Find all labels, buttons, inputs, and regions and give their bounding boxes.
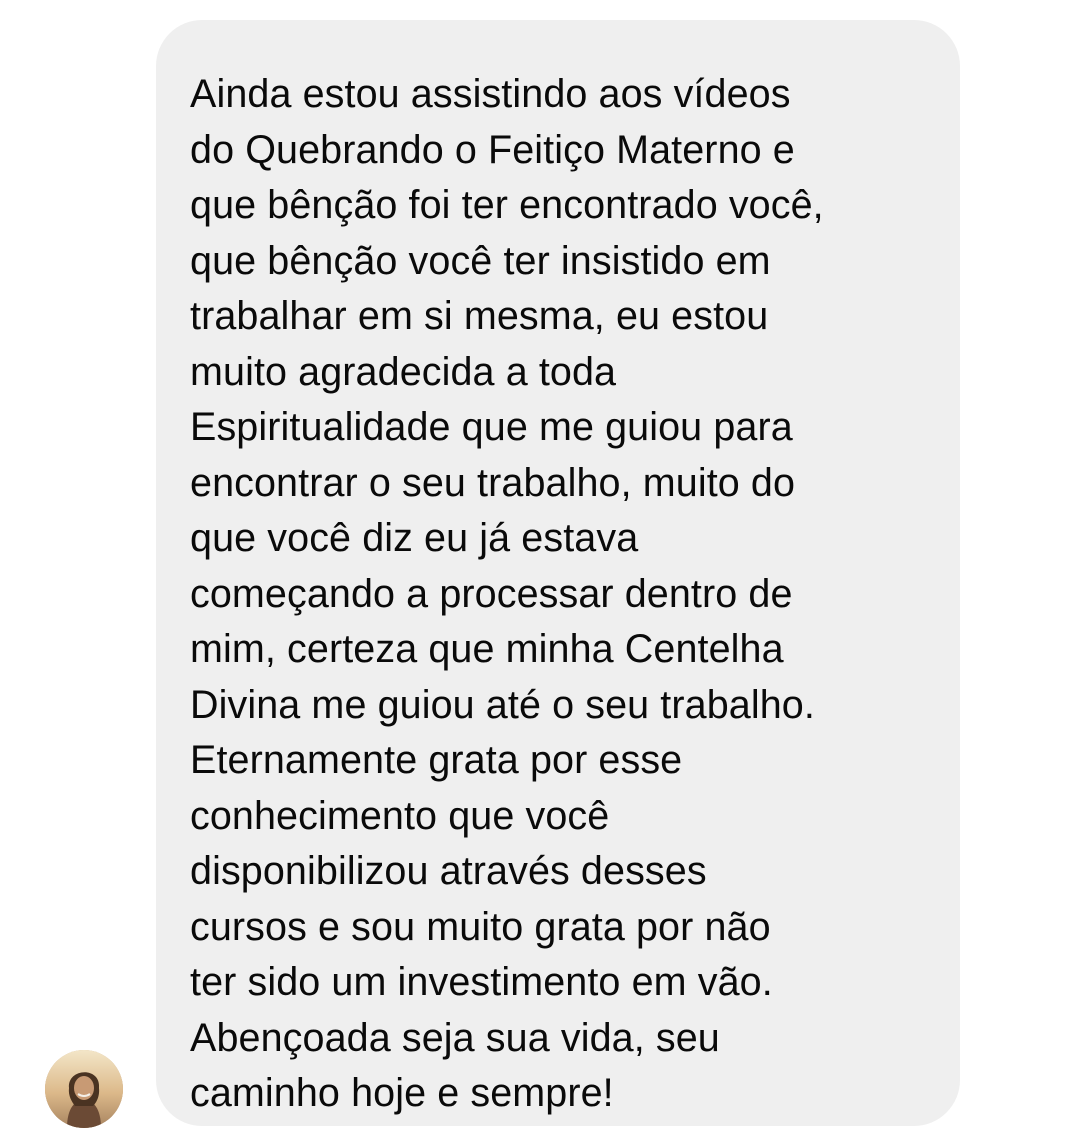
person-photo-icon bbox=[45, 1050, 123, 1128]
message-line: disponibilizou através desses bbox=[190, 849, 707, 893]
message-line: ter sido um investimento em vão. bbox=[190, 960, 773, 1004]
message-line: conhecimento que você bbox=[190, 793, 610, 838]
message-line: caminho hoje e sempre! bbox=[190, 1071, 614, 1115]
message-line: Divina me guiou até o seu trabalho. bbox=[190, 682, 815, 727]
message-line: trabalhar em si mesma, eu estou bbox=[190, 294, 769, 338]
message-line: Ainda estou assistindo aos vídeos bbox=[190, 72, 791, 116]
message-line: do Quebrando o Feitiço Materno e bbox=[190, 127, 795, 172]
message-line: muito agradecida a toda bbox=[190, 349, 617, 394]
message-line: que você diz eu já estava bbox=[190, 516, 639, 560]
message-line: que bênção foi ter encontrado você, bbox=[190, 183, 824, 227]
message-bubble[interactable]: Ainda estou assistindo aos vídeos do Que… bbox=[156, 20, 960, 1126]
message-line: Espiritualidade que me guiou para bbox=[190, 405, 793, 449]
message-thread: Ainda estou assistindo aos vídeos do Que… bbox=[0, 0, 1080, 1128]
message-line: encontrar o seu trabalho, muito do bbox=[190, 460, 796, 505]
message-line: que bênção você ter insistido em bbox=[190, 238, 771, 283]
sender-avatar[interactable] bbox=[45, 1050, 123, 1128]
message-line: mim, certeza que minha Centelha bbox=[190, 627, 784, 671]
message-line: começando a processar dentro de bbox=[190, 571, 793, 616]
message-line: Abençoada seja sua vida, seu bbox=[190, 1015, 720, 1060]
message-line: cursos e sou muito grata por não bbox=[190, 904, 771, 949]
message-line: Eternamente grata por esse bbox=[190, 738, 683, 782]
